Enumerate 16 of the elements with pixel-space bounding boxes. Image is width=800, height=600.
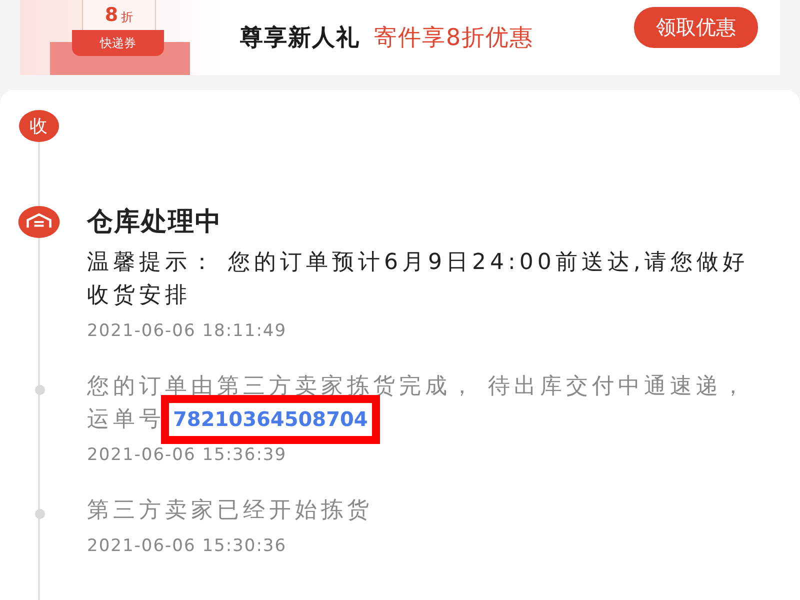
event-time: 2021-06-06 15:30:36 [87,535,288,558]
status-title: 仓库处理中 [87,206,223,238]
status-badge: 收 [18,110,58,142]
event-time: 2021-06-06 15:36:39 [87,444,288,467]
event-text: 第三方卖家已经开始拣货 [87,497,374,525]
event-time: 2021-06-06 18:11:49 [87,320,288,343]
event-text: 温馨提示： 您的订单预计6月9日24:00前送达,请您做好收货安排 [87,249,750,310]
event-text: 您的订单由第三方卖家拣货完成， 待出库交付中通速递，运单号 78210364508704 [87,370,767,436]
banner-offer: 寄件享8折优惠 [374,24,534,53]
claim-button[interactable]: 领取优惠 [634,7,758,48]
banner-title: 尊享新人礼 [240,24,360,53]
tracking-number-link[interactable]: 78210364508704 [173,407,368,431]
coupon-amount: 8 [104,3,118,28]
coupon-label: 快递券 [100,34,136,52]
warehouse-icon [16,206,60,238]
coupon-unit: 折 [121,9,134,26]
